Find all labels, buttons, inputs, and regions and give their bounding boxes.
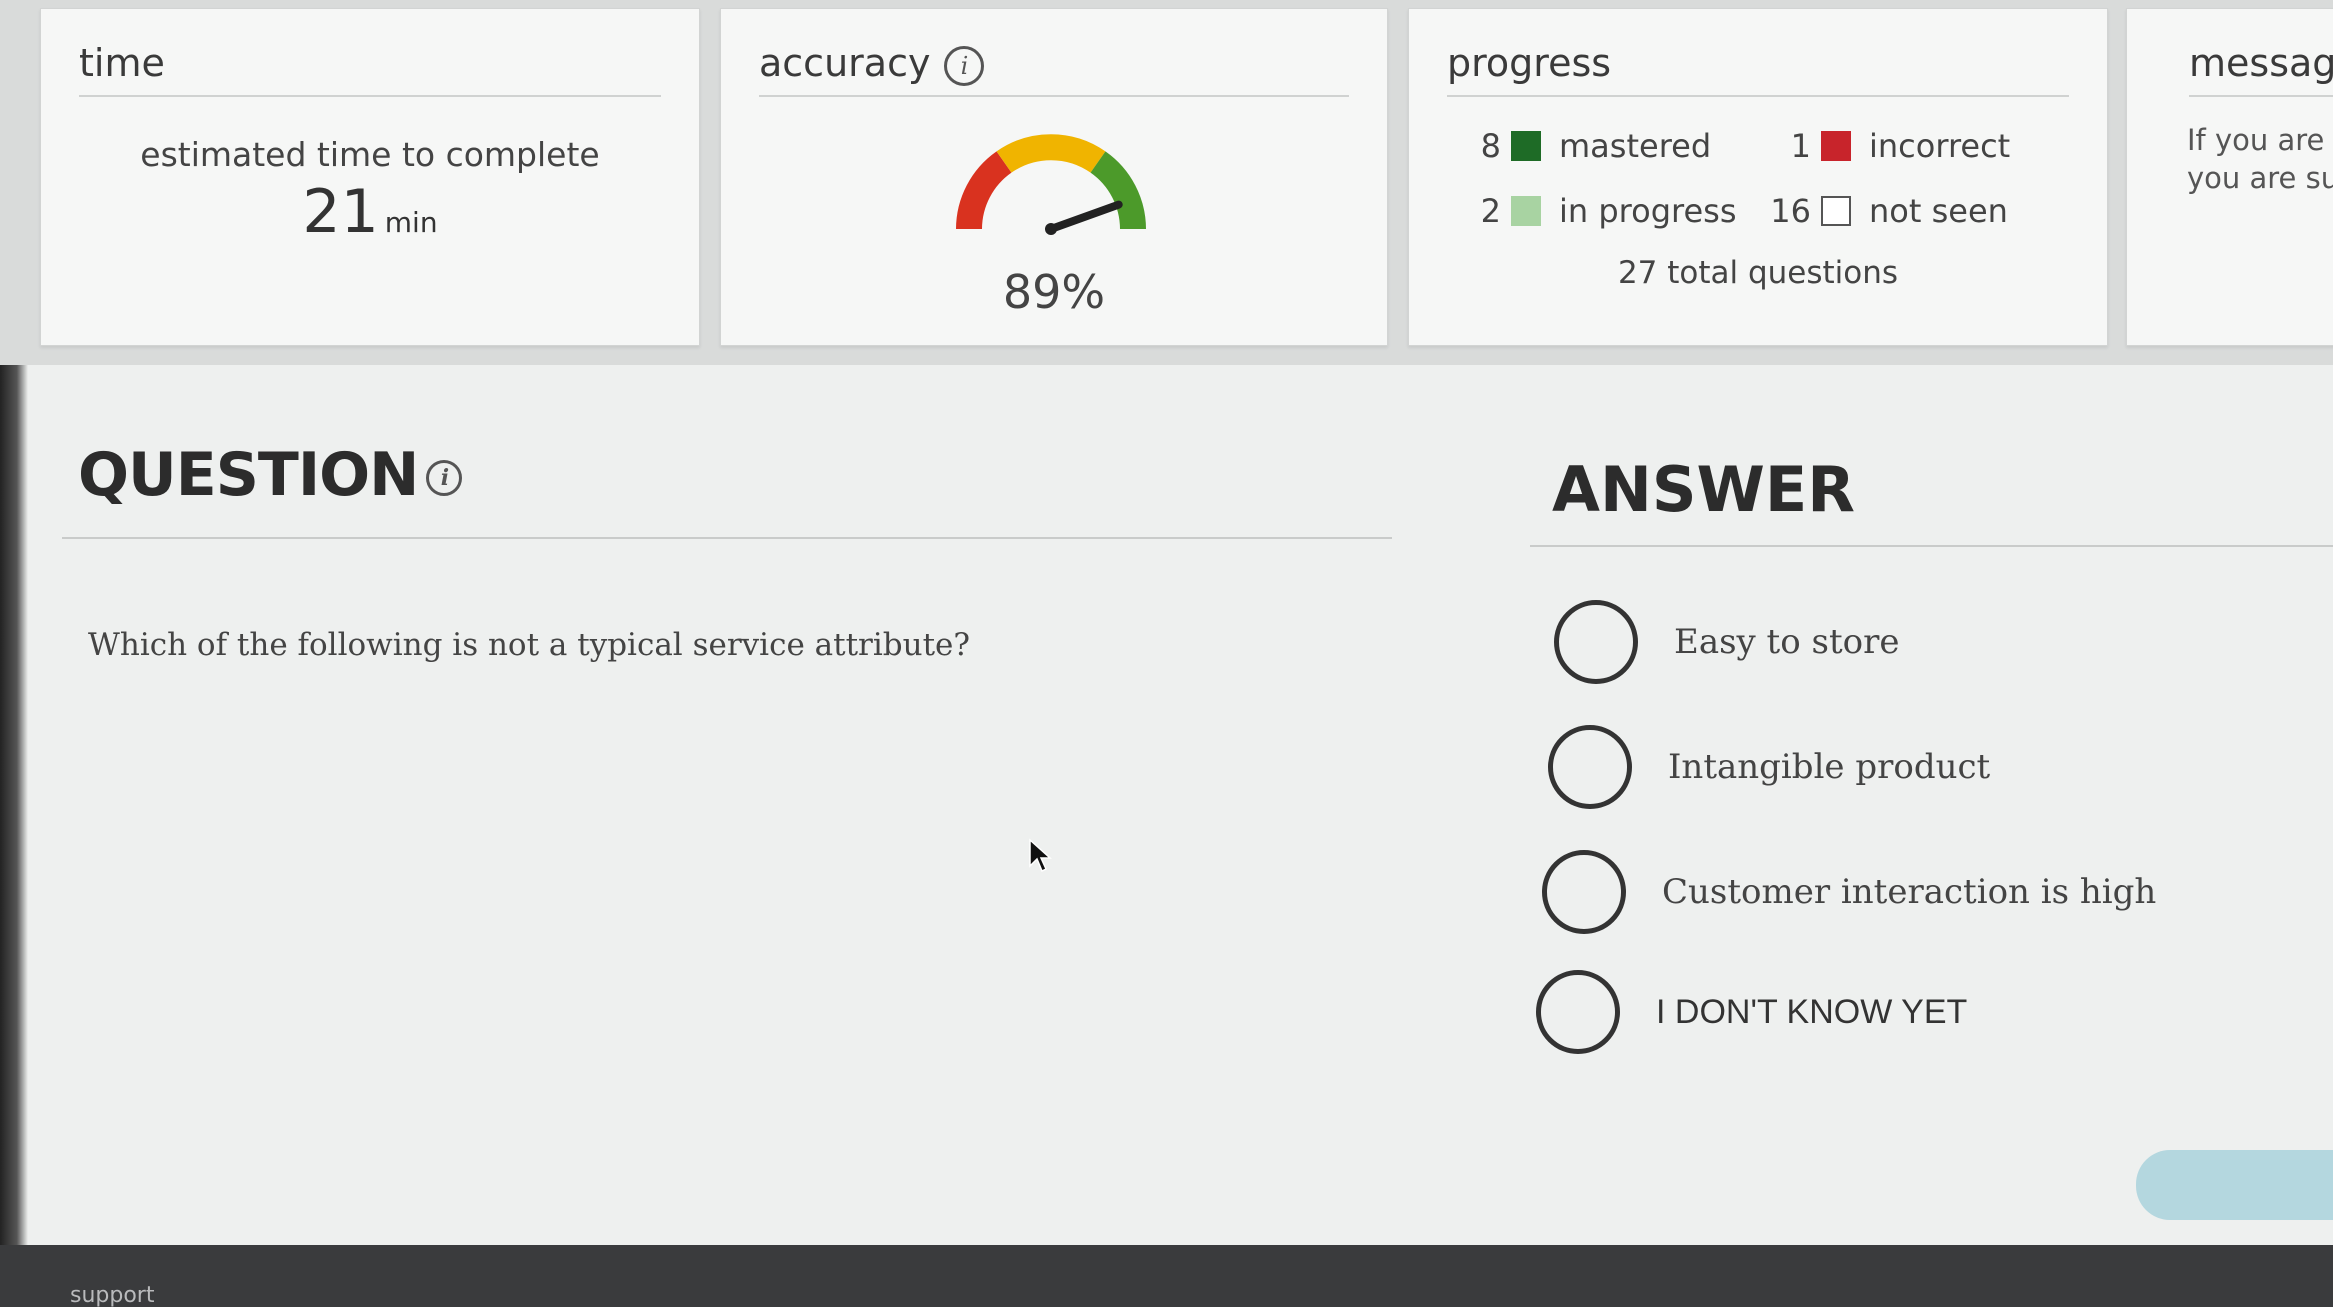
- progress-item-in-progress: 2 in progress: [1451, 192, 1737, 230]
- accuracy-title-text: accuracy: [759, 41, 931, 85]
- accuracy-card: accuracy i 89%: [720, 8, 1388, 346]
- progress-label: in progress: [1559, 192, 1737, 230]
- progress-count: 16: [1770, 192, 1811, 230]
- radio-button[interactable]: [1542, 850, 1626, 934]
- progress-item-mastered: 8 mastered: [1451, 127, 1712, 165]
- gauge-yellow-segment: [996, 134, 1106, 173]
- progress-item-not-seen: 16 not seen: [1761, 192, 2008, 230]
- footer-bar: support: [0, 1245, 2333, 1307]
- accuracy-gauge: [956, 134, 1146, 235]
- message-line: you are sur: [2187, 161, 2333, 195]
- progress-card: progress 8 mastered 1 incorrect 2 in pro…: [1408, 8, 2108, 346]
- dashboard-strip: time estimated time to complete 21 min ac…: [0, 0, 2333, 365]
- time-card-title: time: [79, 41, 165, 85]
- total-questions: 27 total questions: [1617, 255, 1899, 291]
- answer-option-easy-to-store[interactable]: Easy to store: [1554, 600, 1899, 684]
- progress-label: incorrect: [1869, 127, 2011, 165]
- time-card: time estimated time to complete 21 min: [40, 8, 700, 346]
- message-text: If you are u you are sur: [2187, 121, 2333, 197]
- radio-button[interactable]: [1554, 600, 1638, 684]
- option-label: Intangible product: [1668, 747, 1991, 787]
- progress-count: 2: [1480, 192, 1501, 230]
- submit-button[interactable]: [2136, 1150, 2333, 1220]
- question-heading: QUESTION i: [78, 440, 463, 510]
- gauge-needle: [1047, 200, 1123, 233]
- mouse-cursor-icon: [1029, 838, 1052, 873]
- screen-bezel: [0, 365, 28, 1245]
- accuracy-card-title: accuracy i: [759, 41, 985, 86]
- gauge-red-segment: [956, 151, 1012, 230]
- message-card: message If you are u you are sur: [2126, 8, 2333, 346]
- radio-button[interactable]: [1536, 970, 1620, 1054]
- progress-label: mastered: [1559, 127, 1712, 165]
- progress-label: not seen: [1869, 192, 2008, 230]
- time-number: 21: [302, 177, 379, 247]
- divider: [1447, 95, 2069, 97]
- divider: [2189, 95, 2333, 97]
- divider: [759, 95, 1349, 97]
- page: time estimated time to complete 21 min ac…: [0, 0, 2333, 1307]
- progress-count: 1: [1790, 127, 1811, 165]
- answer-option-intangible-product[interactable]: Intangible product: [1548, 725, 1990, 809]
- radio-button[interactable]: [1548, 725, 1632, 809]
- answer-option-customer-interaction[interactable]: Customer interaction is high: [1542, 850, 2156, 934]
- answer-option-dont-know[interactable]: I DON'T KNOW YET: [1536, 970, 1967, 1054]
- accuracy-value: 89%: [1002, 265, 1106, 319]
- progress-card-title: progress: [1447, 41, 1612, 85]
- in-progress-swatch: [1511, 196, 1541, 226]
- info-icon[interactable]: i: [944, 45, 985, 86]
- time-caption: estimated time to complete: [140, 135, 600, 174]
- divider: [62, 537, 1392, 539]
- option-label: I DON'T KNOW YET: [1656, 992, 1968, 1031]
- message-card-title: message: [2189, 41, 2333, 85]
- question-heading-text: QUESTION: [78, 440, 419, 510]
- message-line: If you are u: [2187, 123, 2333, 157]
- gauge-green-segment: [1090, 151, 1146, 230]
- time-unit: min: [384, 206, 438, 239]
- support-link[interactable]: support: [70, 1283, 154, 1307]
- gauge-hub: [1045, 223, 1057, 235]
- answer-heading: ANSWER: [1552, 453, 1856, 526]
- incorrect-swatch: [1821, 131, 1851, 161]
- not-seen-swatch: [1821, 196, 1851, 226]
- time-value: 21 min: [41, 177, 699, 247]
- option-label: Easy to store: [1674, 622, 1900, 662]
- mastered-swatch: [1511, 131, 1541, 161]
- option-label: Customer interaction is high: [1662, 872, 2157, 912]
- question-text: Which of the following is not a typical …: [88, 627, 971, 663]
- question-answer-panel: QUESTION i Which of the following is not …: [0, 365, 2333, 1245]
- info-icon[interactable]: i: [426, 460, 463, 497]
- progress-item-incorrect: 1 incorrect: [1761, 127, 2011, 165]
- progress-count: 8: [1480, 127, 1501, 165]
- divider: [1530, 545, 2333, 547]
- divider: [79, 95, 661, 97]
